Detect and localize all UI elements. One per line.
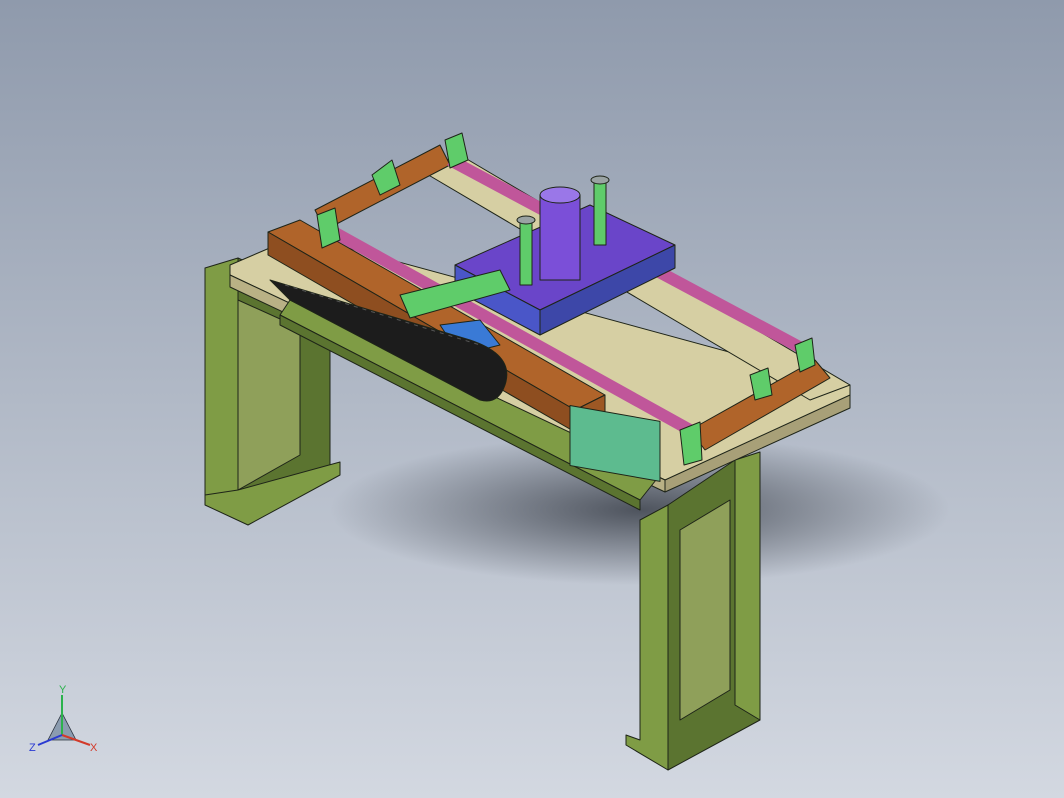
triad-y-label: Y — [59, 684, 67, 696]
triad-z-label: Z — [29, 742, 36, 754]
right-leg-inner-cutout — [679, 499, 731, 721]
guide-post-right-cap — [590, 175, 610, 185]
cylinder-body — [539, 194, 581, 281]
triad-x-label: X — [90, 742, 98, 754]
pillow-block-5 — [679, 421, 703, 466]
cad-viewport[interactable]: Y X Z — [0, 0, 1064, 798]
cylinder[interactable] — [539, 186, 581, 281]
cylinder-cap — [539, 186, 581, 204]
model-canvas[interactable]: Y X Z — [0, 0, 1064, 798]
right-leg-outer-post — [734, 451, 761, 721]
guide-post-left — [519, 219, 533, 286]
guide-post-left-cap — [516, 215, 536, 225]
guide-post-right — [593, 179, 607, 246]
left-leg-front-face — [204, 257, 239, 521]
